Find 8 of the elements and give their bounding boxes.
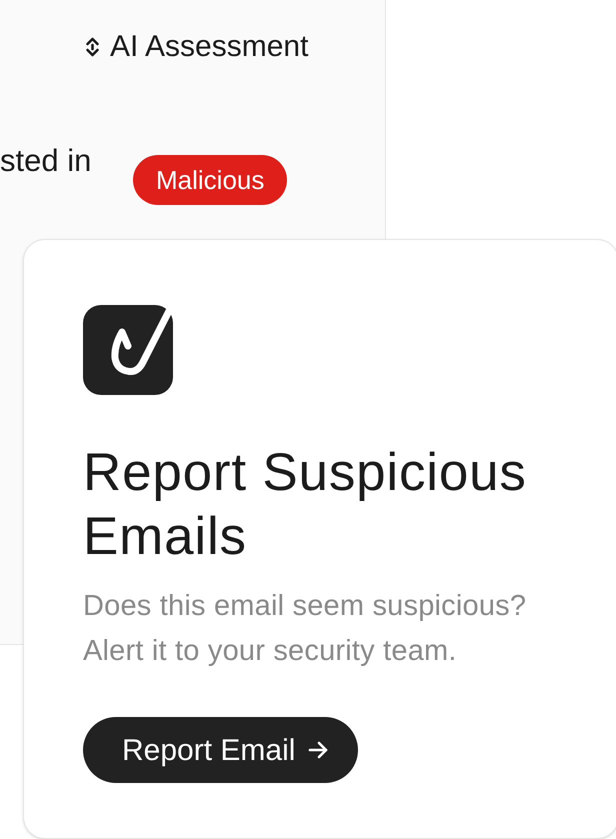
card-description: Does this email seem suspicious? Alert it to your security team. [83,589,528,669]
fishhook-icon [83,305,173,395]
table-cell: sted in [0,142,92,179]
report-email-button[interactable]: Report Email [83,717,358,783]
arrow-right-icon [308,741,328,759]
card-title: Report Suspicious Emails [83,442,528,568]
verdict-badge: Malicious [133,155,288,205]
column-header[interactable]: AI Assessment [85,32,308,62]
